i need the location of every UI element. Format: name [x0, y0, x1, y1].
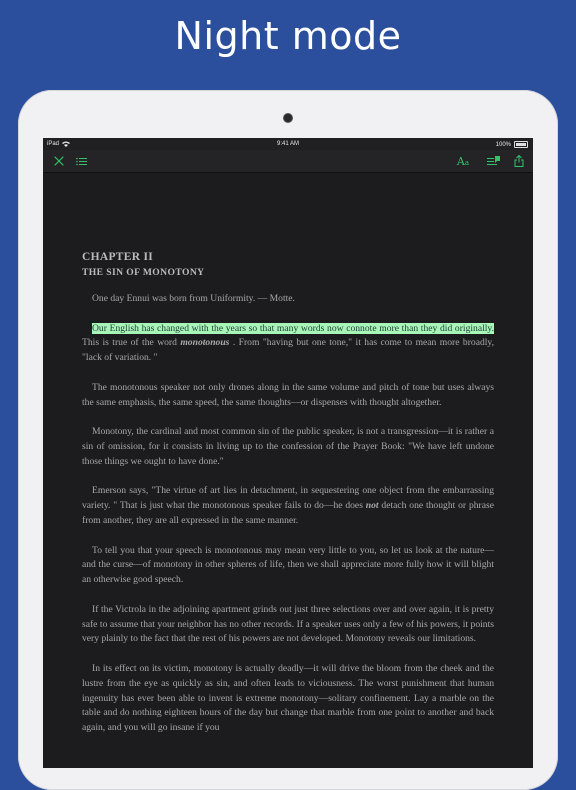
font-label-small: a	[464, 158, 470, 167]
paragraph: Emerson says, "The virtue of art lies in…	[82, 484, 494, 528]
battery-percent: 100%	[495, 141, 511, 148]
status-bar: iPad 9:41 AM 100%	[43, 138, 533, 150]
share-button[interactable]	[509, 152, 529, 170]
table-of-contents-button[interactable]	[71, 152, 91, 170]
highlighted-text[interactable]: Our English has changed with the years s…	[92, 322, 494, 334]
list-icon	[75, 157, 87, 165]
font-label: A	[456, 154, 465, 168]
paragraph: In its effect on its victim, monotony is…	[82, 662, 494, 734]
epigraph: One day Ennui was born from Uniformity. …	[92, 293, 295, 304]
emphasis-text: not	[365, 500, 379, 512]
notes-icon	[486, 156, 500, 165]
paragraph-text: This is true of the word	[82, 337, 181, 349]
book-page[interactable]: CHAPTER II THE SIN OF MONOTONY One day E…	[43, 173, 533, 768]
paragraph: If the Victrola in the adjoining apartme…	[82, 603, 494, 645]
notes-button[interactable]	[483, 152, 503, 170]
chapter-heading: CHAPTER II	[82, 251, 154, 263]
status-time: 9:41 AM	[276, 141, 299, 147]
paragraph: The monotonous speaker not only drones a…	[82, 381, 494, 408]
close-icon	[54, 156, 64, 166]
paragraph: Monotony, the cardinal and most common s…	[82, 426, 494, 467]
chapter-title: THE SIN OF MONOTONY	[82, 267, 205, 278]
share-icon	[514, 155, 524, 167]
battery-icon	[514, 141, 528, 148]
font-settings-button[interactable]: Aa	[451, 152, 475, 170]
reader-toolbar: Aa	[43, 150, 533, 173]
front-camera	[284, 114, 292, 122]
paragraph: To tell you that your speech is monotono…	[82, 544, 494, 586]
close-button[interactable]	[49, 152, 69, 170]
paragraph: Our English has changed with the years s…	[82, 322, 494, 366]
reader-screen: iPad 9:41 AM 100% Aa CHAPTER II THE SIN …	[43, 138, 533, 768]
headline: Night mode	[174, 14, 402, 58]
emphasis-text: monotonous	[180, 337, 230, 349]
font-size-icon: Aa	[457, 155, 469, 168]
chapter-content: CHAPTER II THE SIN OF MONOTONY One day E…	[82, 249, 494, 751]
